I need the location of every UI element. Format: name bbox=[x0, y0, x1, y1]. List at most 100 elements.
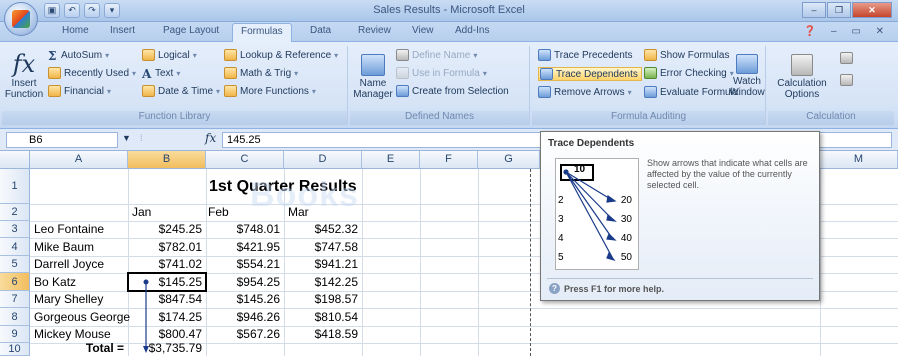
row-header-5[interactable]: 5 bbox=[0, 256, 30, 273]
star-icon bbox=[48, 67, 61, 79]
tab-view[interactable]: View bbox=[412, 25, 434, 36]
tab-formulas[interactable]: Formulas bbox=[232, 23, 292, 42]
calculate-sheet-button[interactable] bbox=[840, 74, 853, 86]
tab-data[interactable]: Data bbox=[310, 25, 331, 36]
calculation-group: Calculation Options Calculation bbox=[768, 46, 894, 125]
financial-button[interactable]: Financial ▾ bbox=[48, 85, 111, 97]
table-cell-feb[interactable]: $567.26 bbox=[206, 325, 280, 343]
trace-precedents-button[interactable]: Trace Precedents bbox=[538, 49, 633, 61]
help-icon[interactable]: ❓ – ▭ ✕ bbox=[804, 26, 890, 37]
row-header-3[interactable]: 3 bbox=[0, 221, 30, 238]
remove-arrows-button[interactable]: Remove Arrows ▾ bbox=[538, 86, 632, 98]
table-cell-jan[interactable]: $741.02 bbox=[128, 255, 202, 273]
row-header-8[interactable]: 8 bbox=[0, 308, 30, 326]
table-cell-feb[interactable]: $421.95 bbox=[206, 238, 280, 256]
table-cell-mar[interactable]: $142.25 bbox=[284, 273, 358, 291]
office-button[interactable] bbox=[4, 2, 38, 36]
table-cell-mar[interactable]: $747.58 bbox=[284, 238, 358, 256]
create-from-selection-label: Create from Selection bbox=[412, 85, 509, 97]
insert-function-icon[interactable]: fx bbox=[205, 131, 216, 145]
lookup-reference-button[interactable]: Lookup & Reference ▾ bbox=[224, 49, 338, 61]
table-cell-mar[interactable]: $810.54 bbox=[284, 308, 358, 326]
calculation-options-button[interactable]: Calculation Options bbox=[774, 54, 830, 100]
gridline bbox=[362, 169, 363, 356]
column-header-m[interactable]: M bbox=[820, 151, 898, 169]
table-cell-feb[interactable]: $145.26 bbox=[206, 290, 280, 308]
row-header-4[interactable]: 4 bbox=[0, 238, 30, 256]
column-header-d[interactable]: D bbox=[284, 151, 362, 169]
table-cell-jan[interactable]: $245.25 bbox=[128, 220, 202, 238]
tab-home[interactable]: Home bbox=[62, 25, 89, 36]
row-header-7[interactable]: 7 bbox=[0, 291, 30, 308]
table-cell-feb[interactable]: $946.26 bbox=[206, 308, 280, 326]
table-row-name[interactable]: Leo Fontaine bbox=[34, 220, 104, 238]
define-name-button[interactable]: Define Name ▾ bbox=[396, 49, 477, 61]
tab-review[interactable]: Review bbox=[358, 25, 391, 36]
use-in-formula-icon bbox=[396, 67, 409, 79]
table-cell-feb[interactable]: $748.01 bbox=[206, 220, 280, 238]
row-header-1[interactable]: 1 bbox=[0, 169, 30, 204]
tab-page-layout[interactable]: Page Layout bbox=[163, 25, 219, 36]
insert-function-button[interactable]: fx Insert Function bbox=[5, 50, 43, 100]
show-formulas-icon bbox=[644, 49, 657, 61]
column-header-a[interactable]: A bbox=[30, 151, 128, 169]
name-box[interactable]: B6 bbox=[6, 132, 118, 148]
autosum-label: AutoSum bbox=[61, 49, 103, 61]
math-trig-button[interactable]: Math & Trig ▾ bbox=[224, 67, 298, 79]
restore-button[interactable]: ❐ bbox=[827, 2, 851, 18]
header-jan[interactable]: Jan bbox=[132, 203, 151, 221]
table-row-name[interactable]: Mike Baum bbox=[34, 238, 94, 256]
chevron-down-icon[interactable]: ▼ bbox=[122, 133, 131, 143]
watch-window-button[interactable]: Watch Window bbox=[728, 54, 766, 98]
name-manager-button[interactable]: Name Manager bbox=[352, 54, 394, 100]
table-row-name[interactable]: Bo Katz bbox=[34, 273, 76, 291]
column-header-f[interactable]: F bbox=[420, 151, 478, 169]
minimize-button[interactable]: – bbox=[802, 2, 826, 18]
row-header-9[interactable]: 9 bbox=[0, 326, 30, 343]
more-functions-label: More Functions bbox=[240, 85, 309, 97]
tooltip-help-text: Press F1 for more help. bbox=[564, 283, 665, 294]
create-from-selection-icon bbox=[396, 85, 409, 97]
use-in-formula-button[interactable]: Use in Formula ▾ bbox=[396, 67, 487, 79]
row-header-6[interactable]: 6 bbox=[0, 273, 30, 291]
show-formulas-button[interactable]: Show Formulas bbox=[644, 49, 729, 61]
table-cell-mar[interactable]: $941.21 bbox=[284, 255, 358, 273]
total-label[interactable]: Total = bbox=[30, 339, 124, 356]
text-button[interactable]: A Text ▾ bbox=[142, 67, 180, 81]
table-cell-jan[interactable]: $782.01 bbox=[128, 238, 202, 256]
calculate-now-button[interactable] bbox=[840, 52, 853, 64]
select-all-corner[interactable] bbox=[0, 151, 30, 169]
more-functions-button[interactable]: More Functions ▾ bbox=[224, 85, 316, 97]
header-mar[interactable]: Mar bbox=[288, 203, 309, 221]
create-from-selection-button[interactable]: Create from Selection bbox=[396, 85, 509, 97]
tab-add-ins[interactable]: Add-Ins bbox=[455, 25, 489, 36]
evaluate-formula-button[interactable]: Evaluate Formula bbox=[644, 86, 738, 98]
table-row-name[interactable]: Darrell Joyce bbox=[34, 255, 104, 273]
header-feb[interactable]: Feb bbox=[208, 203, 229, 221]
table-row-name[interactable]: Gorgeous George bbox=[34, 308, 130, 326]
trace-dependents-button[interactable]: Trace Dependents bbox=[538, 67, 642, 81]
table-cell-mar[interactable]: $198.57 bbox=[284, 290, 358, 308]
logical-button[interactable]: Logical ▾ bbox=[142, 49, 197, 61]
close-button[interactable]: ✕ bbox=[852, 2, 892, 18]
recently-used-button[interactable]: Recently Used ▾ bbox=[48, 67, 136, 79]
column-header-g[interactable]: G bbox=[478, 151, 540, 169]
table-row-name[interactable]: Mary Shelley bbox=[34, 290, 103, 308]
table-cell-mar[interactable]: $452.32 bbox=[284, 220, 358, 238]
column-header-e[interactable]: E bbox=[362, 151, 420, 169]
tab-insert[interactable]: Insert bbox=[110, 25, 135, 36]
title-bar: ▣ ↶ ↷ ▾ Sales Results - Microsoft Excel … bbox=[0, 0, 898, 22]
date-time-button[interactable]: Date & Time ▾ bbox=[142, 85, 220, 97]
show-formulas-label: Show Formulas bbox=[660, 49, 730, 61]
name-manager-label: Name Manager bbox=[353, 78, 393, 100]
table-cell-feb[interactable]: $954.25 bbox=[206, 273, 280, 291]
table-cell-mar[interactable]: $418.59 bbox=[284, 325, 358, 343]
error-checking-button[interactable]: Error Checking ▾ bbox=[644, 67, 734, 79]
autosum-button[interactable]: Σ AutoSum ▾ bbox=[48, 49, 109, 63]
column-header-b[interactable]: B bbox=[128, 151, 206, 169]
column-header-c[interactable]: C bbox=[206, 151, 284, 169]
row-header-10[interactable]: 10 bbox=[0, 343, 30, 356]
table-cell-feb[interactable]: $554.21 bbox=[206, 255, 280, 273]
row-header-2[interactable]: 2 bbox=[0, 204, 30, 221]
calculator-icon bbox=[791, 54, 813, 76]
